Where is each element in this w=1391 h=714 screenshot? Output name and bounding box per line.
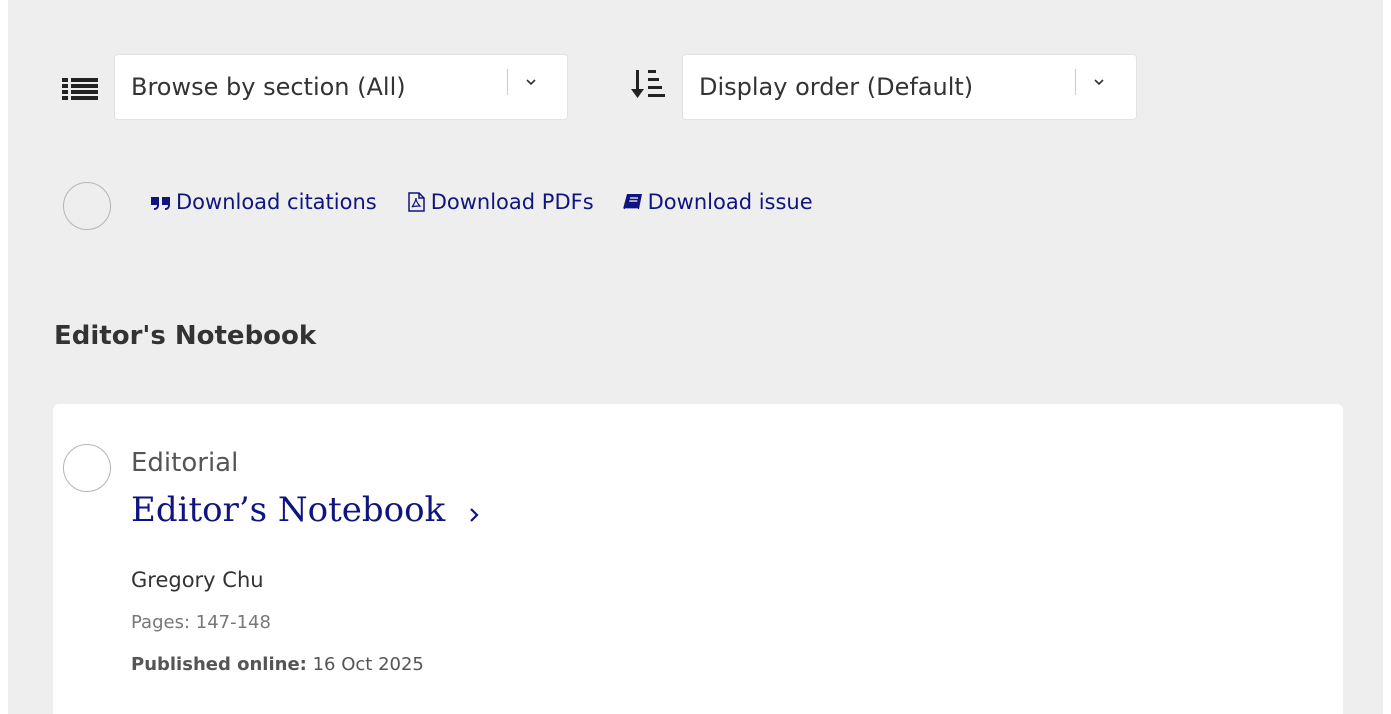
- chevron-down-icon[interactable]: [126, 0, 142, 2]
- select-all-checkbox[interactable]: [63, 182, 111, 230]
- article-pages: Pages: 147-148: [131, 612, 271, 633]
- download-citations-link[interactable]: Download citations: [150, 190, 377, 214]
- download-actions: Download citations Download PDFs Downloa…: [150, 190, 813, 214]
- article-card: Editorial Editor’s Notebook Gregory Chu …: [53, 404, 1343, 714]
- display-order-select[interactable]: Display order (Default): [682, 54, 1137, 120]
- order-select-value: Display order (Default): [699, 73, 974, 101]
- published-label: Published online:: [131, 654, 307, 675]
- section-select-value: Browse by section (All): [131, 73, 406, 101]
- book-icon: [622, 194, 642, 210]
- download-citations-label: Download citations: [176, 190, 377, 214]
- article-author-link[interactable]: Gregory Chu: [131, 568, 264, 592]
- quote-icon: [151, 197, 170, 210]
- chevron-down-icon: [1094, 79, 1104, 86]
- article-title-text: Editor’s Notebook: [131, 490, 446, 530]
- article-published: Published online: 16 Oct 2025: [131, 654, 424, 675]
- article-title-link[interactable]: Editor’s Notebook: [131, 490, 483, 530]
- browse-toolbar: Browse by section (All) Display order (D…: [0, 54, 1391, 120]
- chevron-down-icon: [526, 79, 536, 86]
- pdf-file-icon: [407, 192, 425, 212]
- download-pdfs-label: Download PDFs: [430, 190, 594, 214]
- article-select-checkbox[interactable]: [63, 444, 111, 492]
- article-type: Editorial: [131, 448, 239, 478]
- select-divider: [1075, 69, 1076, 95]
- sort-ascending-icon: [631, 70, 665, 98]
- download-issue-label: Download issue: [647, 190, 813, 214]
- select-divider: [507, 69, 508, 95]
- browse-by-section-select[interactable]: Browse by section (All): [114, 54, 568, 120]
- section-heading: Editor's Notebook: [54, 321, 317, 351]
- download-pdfs-link[interactable]: Download PDFs: [405, 190, 594, 214]
- published-date: 16 Oct 2025: [312, 654, 424, 675]
- download-issue-link[interactable]: Download issue: [622, 190, 813, 214]
- chevron-right-icon: [470, 508, 479, 522]
- list-icon: [62, 78, 98, 100]
